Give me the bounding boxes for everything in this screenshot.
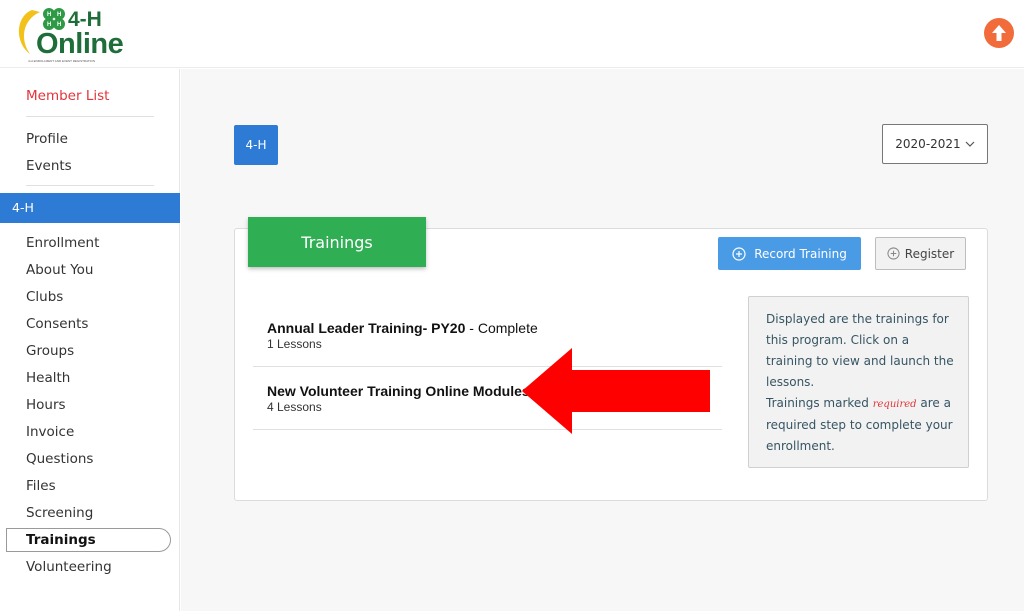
sidebar-item-files[interactable]: Files bbox=[26, 478, 56, 494]
sidebar-link-member-list[interactable]: Member List bbox=[26, 88, 109, 104]
year-select-value: 2020-2021 bbox=[895, 137, 961, 151]
info-text-2-pre: Trainings marked bbox=[766, 396, 873, 410]
sidebar-program-4h[interactable]: 4-H bbox=[0, 193, 180, 223]
sidebar-item-about-you[interactable]: About You bbox=[26, 262, 93, 278]
red-arrow-annotation bbox=[522, 348, 710, 434]
year-select[interactable]: 2020-2021 bbox=[882, 124, 988, 164]
sidebar-item-screening[interactable]: Screening bbox=[26, 505, 93, 521]
training-lessons-count: 1 Lessons bbox=[267, 337, 322, 351]
required-label: required bbox=[872, 399, 917, 410]
sidebar-item-questions[interactable]: Questions bbox=[26, 451, 93, 467]
sidebar-item-volunteering[interactable]: Volunteering bbox=[26, 559, 112, 575]
sidebar: Member List Profile Events 4-H Enrollmen… bbox=[0, 69, 180, 611]
logo-subtitle: 4-H ENROLLMENT AND EVENT REGISTRATION bbox=[28, 59, 96, 63]
arrow-up-icon bbox=[992, 25, 1006, 41]
header: HH HH 4-H Online 4-H ENROLLMENT AND EVEN… bbox=[0, 0, 1024, 68]
register-button[interactable]: Register bbox=[875, 237, 966, 270]
sidebar-item-invoice[interactable]: Invoice bbox=[26, 424, 74, 440]
chevron-down-icon bbox=[965, 141, 975, 147]
info-text-1: Displayed are the trainings for this pro… bbox=[766, 312, 954, 389]
svg-text:H: H bbox=[47, 12, 51, 18]
training-lessons-count: 4 Lessons bbox=[267, 400, 322, 414]
sidebar-item-groups[interactable]: Groups bbox=[26, 343, 74, 359]
sidebar-item-health[interactable]: Health bbox=[26, 370, 70, 386]
sidebar-item-trainings[interactable]: Trainings bbox=[26, 532, 96, 548]
training-title: New Volunteer Training Online Modules bbox=[267, 383, 530, 399]
sidebar-item-enrollment[interactable]: Enrollment bbox=[26, 235, 99, 251]
trainings-info-box: Displayed are the trainings for this pro… bbox=[748, 296, 969, 468]
training-status: - Complete bbox=[465, 320, 538, 336]
plus-circle-icon bbox=[887, 247, 900, 260]
scroll-to-top-button[interactable] bbox=[984, 18, 1014, 48]
sidebar-link-events[interactable]: Events bbox=[26, 158, 72, 174]
svg-text:H: H bbox=[57, 12, 61, 18]
register-label: Register bbox=[904, 246, 955, 261]
sidebar-item-consents[interactable]: Consents bbox=[26, 316, 88, 332]
plus-circle-icon bbox=[732, 246, 746, 261]
program-4h-button[interactable]: 4-H bbox=[234, 125, 278, 165]
training-title-line: Annual Leader Training- PY20 - Complete bbox=[267, 320, 538, 336]
sidebar-divider bbox=[26, 116, 154, 117]
sidebar-link-profile[interactable]: Profile bbox=[26, 131, 68, 147]
training-title: Annual Leader Training- PY20 bbox=[267, 320, 466, 336]
training-title-line: New Volunteer Training Online Modules bbox=[267, 383, 530, 399]
sidebar-divider bbox=[26, 185, 154, 186]
sidebar-item-hours[interactable]: Hours bbox=[26, 397, 66, 413]
logo-4h-online[interactable]: HH HH 4-H Online 4-H ENROLLMENT AND EVEN… bbox=[6, 2, 130, 64]
logo-text-online: Online bbox=[36, 28, 124, 60]
sidebar-item-clubs[interactable]: Clubs bbox=[26, 289, 63, 305]
trainings-card-title: Trainings bbox=[248, 217, 426, 267]
record-training-label: Record Training bbox=[754, 246, 847, 261]
record-training-button[interactable]: Record Training bbox=[718, 237, 861, 270]
